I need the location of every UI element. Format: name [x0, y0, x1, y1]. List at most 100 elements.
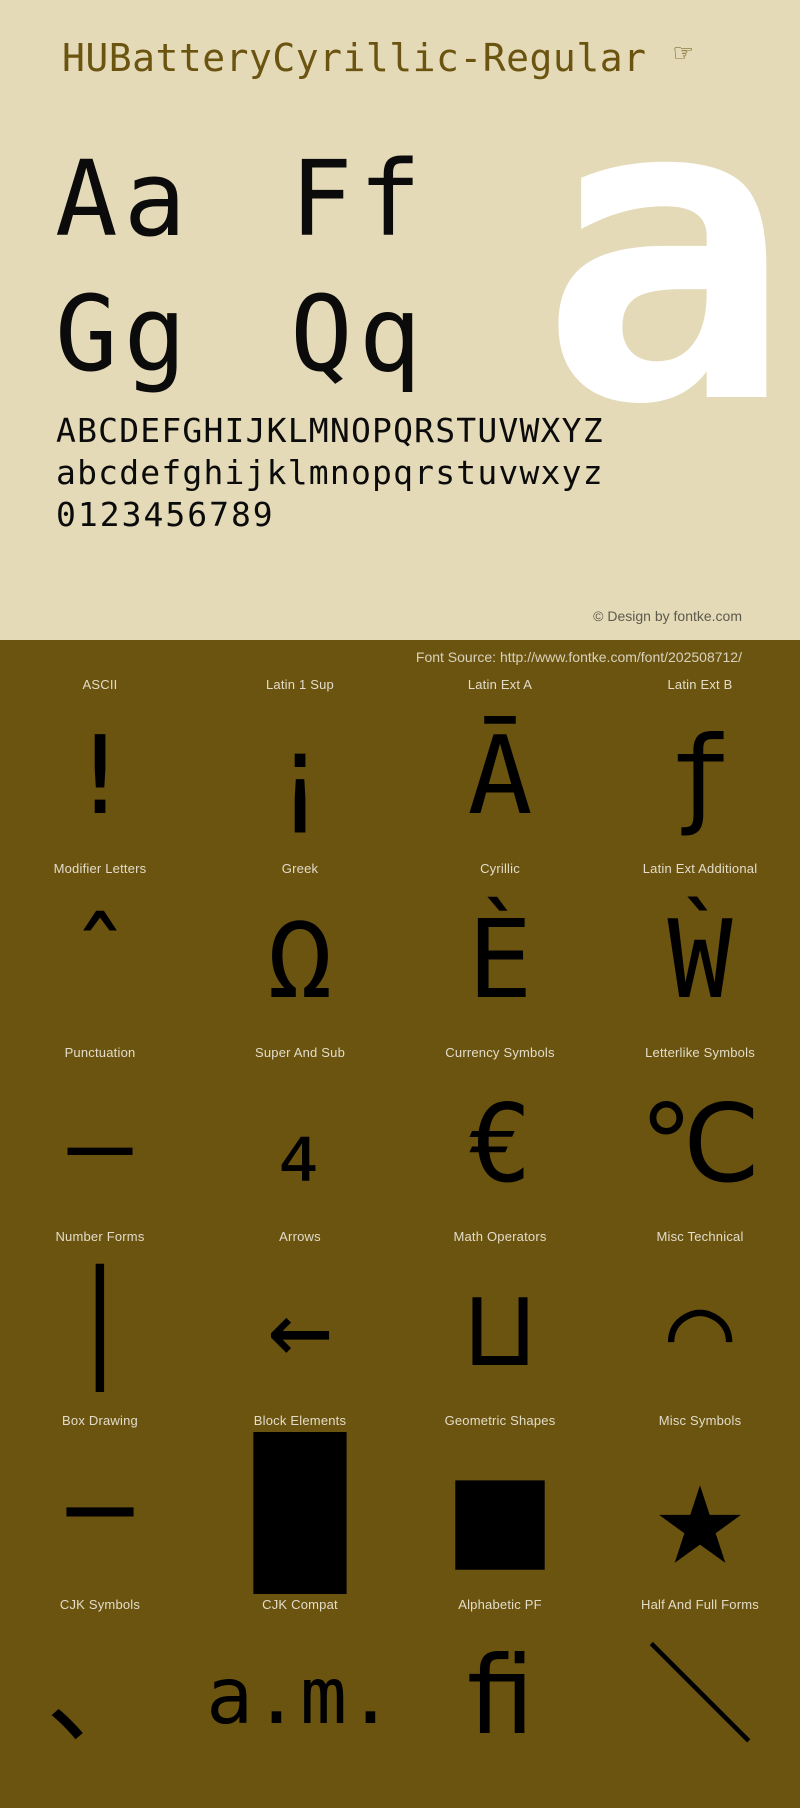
block-label: Geometric Shapes — [444, 1413, 556, 1428]
block-label: Half And Full Forms — [641, 1597, 759, 1612]
block-label: CJK Compat — [262, 1597, 338, 1612]
uppercase-line: ABCDEFGHIJKLMNOPQRSTUVWXYZ — [56, 411, 604, 450]
block-cell-latin-ext-additional: Latin Ext Additional Ẁ — [600, 858, 800, 1042]
letter-pair-ff: Ff — [290, 138, 428, 260]
block-cell-ascii: ASCII ! — [0, 674, 200, 858]
block-label: Cyrillic — [480, 861, 520, 876]
block-glyph: █ — [254, 1432, 346, 1594]
specimen-panel: a Aa Ff Gg Qq ABCDEFGHIJKLMNOPQRSTUVWXYZ… — [0, 115, 800, 640]
block-cell-block-elements: Block Elements █ — [200, 1410, 400, 1594]
block-cell-misc-symbols: Misc Symbols ★ — [600, 1410, 800, 1594]
block-glyph: ﬁ — [467, 1634, 533, 1759]
block-cell-cjk-compat: CJK Compat a.m. — [200, 1594, 400, 1778]
lowercase-line: abcdefghijklmnopqrstuvwxyz — [56, 453, 604, 493]
block-row: Punctuation — Super And Sub ₄ Currency S… — [0, 1042, 800, 1226]
block-cell-letterlike-symbols: Letterlike Symbols ℃ — [600, 1042, 800, 1226]
block-cell-misc-technical: Misc Technical ⌒ — [600, 1226, 800, 1410]
specimen-header: HUBatteryCyrillic-Regular ☞ — [0, 0, 800, 115]
block-label: Misc Technical — [656, 1229, 744, 1244]
copyright-notice: © Design by fontke.com — [593, 608, 742, 624]
block-glyph: Ω — [267, 898, 333, 1023]
block-label: Modifier Letters — [53, 861, 147, 876]
block-label: Arrows — [279, 1229, 321, 1244]
block-glyph: │ — [67, 1266, 133, 1391]
block-cell-half-and-full-forms: Half And Full Forms ＼ — [600, 1594, 800, 1778]
block-label: Currency Symbols — [445, 1045, 555, 1060]
block-cell-geometric-shapes: Geometric Shapes ■ — [400, 1410, 600, 1594]
block-cell-cjk-symbols: CJK Symbols 、 — [0, 1594, 200, 1778]
letter-pair-aa: Aa — [55, 138, 193, 260]
block-cell-alphabetic-pf: Alphabetic PF ﬁ — [400, 1594, 600, 1778]
block-label: Latin Ext Additional — [642, 861, 758, 876]
block-glyph: ₄ — [267, 1082, 333, 1207]
block-label: Misc Symbols — [658, 1413, 742, 1428]
block-cell-box-drawing: Box Drawing ─ — [0, 1410, 200, 1594]
unicode-blocks-panel: Font Source: http://www.fontke.com/font/… — [0, 640, 800, 1808]
font-source-bar: Font Source: http://www.fontke.com/font/… — [0, 640, 800, 674]
font-source-link[interactable]: Font Source: http://www.fontke.com/font/… — [416, 649, 742, 665]
block-cell-modifier-letters: Modifier Letters ˆ — [0, 858, 200, 1042]
block-label: ASCII — [82, 677, 118, 692]
block-glyph: ★ — [654, 1432, 746, 1594]
block-glyph: ＼ — [645, 1634, 754, 1759]
block-row: CJK Symbols 、 CJK Compat a.m. Alphabetic… — [0, 1594, 800, 1778]
block-label: Alphabetic PF — [458, 1597, 542, 1612]
block-label: CJK Symbols — [59, 1597, 141, 1612]
block-glyph: ← — [267, 1266, 333, 1391]
letter-pair-row: Aa Ff — [55, 138, 525, 280]
alphabet-sample: ABCDEFGHIJKLMNOPQRSTUVWXYZ abcdefghijklm… — [56, 410, 756, 537]
block-glyph: ! — [67, 714, 133, 839]
block-glyph: ˆ — [67, 898, 133, 1023]
block-glyph: Ѐ — [467, 898, 533, 1023]
block-cell-currency-symbols: Currency Symbols € — [400, 1042, 600, 1226]
font-specimen-page: HUBatteryCyrillic-Regular ☞ a Aa Ff Gg Q… — [0, 0, 800, 1808]
block-glyph: ─ — [67, 1450, 133, 1575]
block-label: Number Forms — [55, 1229, 145, 1244]
block-label: Block Elements — [253, 1413, 347, 1428]
block-cell-number-forms: Number Forms │ — [0, 1226, 200, 1410]
block-cell-super-and-sub: Super And Sub ₄ — [200, 1042, 400, 1226]
block-glyph: Ẁ — [667, 898, 733, 1023]
block-glyph: ℃ — [639, 1082, 761, 1207]
block-glyph: € — [467, 1082, 533, 1207]
block-glyph: ■ — [454, 1432, 546, 1594]
letter-pair-qq: Qq — [290, 273, 428, 395]
block-cell-arrows: Arrows ← — [200, 1226, 400, 1410]
block-label: Latin Ext B — [667, 677, 733, 692]
letter-pair-gg: Gg — [55, 273, 193, 395]
digits-line: 0123456789 — [56, 495, 275, 535]
block-row: ASCII ! Latin 1 Sup ¡ Latin Ext A Ā Lati… — [0, 674, 800, 858]
block-glyph: a.m. — [206, 1652, 394, 1742]
block-glyph: ⌒ — [667, 1266, 733, 1391]
block-glyph: 、 — [45, 1634, 154, 1759]
block-cell-punctuation: Punctuation — — [0, 1042, 200, 1226]
block-cell-math-operators: Math Operators ⊔ — [400, 1226, 600, 1410]
block-label: Greek — [281, 861, 319, 876]
block-label: Letterlike Symbols — [645, 1045, 755, 1060]
page-title: HUBatteryCyrillic-Regular — [62, 35, 647, 80]
block-cell-latin-ext-b: Latin Ext B ƒ — [600, 674, 800, 858]
block-glyph: — — [67, 1082, 133, 1207]
block-label: Super And Sub — [254, 1045, 346, 1060]
block-cell-greek: Greek Ω — [200, 858, 400, 1042]
block-label: Latin Ext A — [467, 677, 533, 692]
block-row: Modifier Letters ˆ Greek Ω Cyrillic Ѐ La… — [0, 858, 800, 1042]
letter-pair-row: Gg Qq — [55, 273, 525, 415]
block-label: Math Operators — [453, 1229, 547, 1244]
unicode-block-grid: ASCII ! Latin 1 Sup ¡ Latin Ext A Ā Lati… — [0, 674, 800, 1778]
block-glyph: Ā — [467, 714, 533, 839]
block-label: Box Drawing — [62, 1413, 138, 1428]
block-glyph: ⊔ — [467, 1266, 533, 1391]
block-glyph: ƒ — [667, 714, 733, 839]
block-row: Box Drawing ─ Block Elements █ Geometric… — [0, 1410, 800, 1594]
letter-pair-grid: Aa Ff Gg Qq — [55, 138, 525, 415]
block-label: Latin 1 Sup — [266, 677, 334, 692]
block-row: Number Forms │ Arrows ← Math Operators ⊔… — [0, 1226, 800, 1410]
block-glyph: ¡ — [267, 714, 333, 839]
block-cell-latin-1-sup: Latin 1 Sup ¡ — [200, 674, 400, 858]
pointing-hand-icon: ☞ — [672, 39, 694, 67]
block-label: Punctuation — [64, 1045, 136, 1060]
block-cell-latin-ext-a: Latin Ext A Ā — [400, 674, 600, 858]
block-cell-cyrillic: Cyrillic Ѐ — [400, 858, 600, 1042]
watermark-glyph: a — [539, 115, 792, 497]
